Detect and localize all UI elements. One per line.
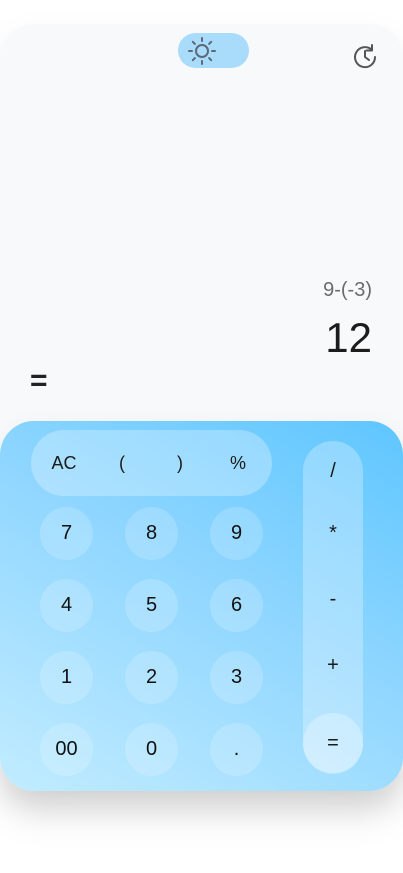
expression-display: 9-(-3) — [323, 279, 372, 301]
keypad: AC ( ) % 7 8 9 4 5 6 1 2 3 00 0 . / * - … — [0, 421, 403, 791]
key-8[interactable]: 8 — [125, 507, 178, 560]
key-3[interactable]: 3 — [210, 651, 263, 704]
key-1[interactable]: 1 — [40, 651, 93, 704]
history-icon[interactable] — [350, 42, 380, 72]
subtract-button[interactable]: - — [303, 569, 363, 629]
decimal-key[interactable]: . — [210, 723, 263, 776]
divide-button[interactable]: / — [303, 441, 363, 501]
key-9[interactable]: 9 — [210, 507, 263, 560]
clear-button[interactable]: AC — [39, 430, 89, 496]
add-button[interactable]: + — [303, 635, 363, 695]
key-0[interactable]: 0 — [125, 723, 178, 776]
close-paren-button[interactable]: ) — [155, 430, 205, 496]
open-paren-button[interactable]: ( — [97, 430, 147, 496]
multiply-button[interactable]: * — [303, 503, 363, 563]
key-00[interactable]: 00 — [40, 723, 93, 776]
operator-column: / * - + = — [303, 441, 363, 774]
equals-button[interactable]: = — [303, 713, 363, 773]
key-5[interactable]: 5 — [125, 579, 178, 632]
function-row: AC ( ) % — [31, 430, 272, 496]
sun-icon — [188, 37, 216, 65]
key-2[interactable]: 2 — [125, 651, 178, 704]
result-display: 12 — [325, 314, 372, 361]
key-6[interactable]: 6 — [210, 579, 263, 632]
theme-toggle[interactable] — [178, 33, 249, 68]
equals-indicator: = — [30, 364, 48, 397]
percent-button[interactable]: % — [213, 430, 263, 496]
key-7[interactable]: 7 — [40, 507, 93, 560]
key-4[interactable]: 4 — [40, 579, 93, 632]
